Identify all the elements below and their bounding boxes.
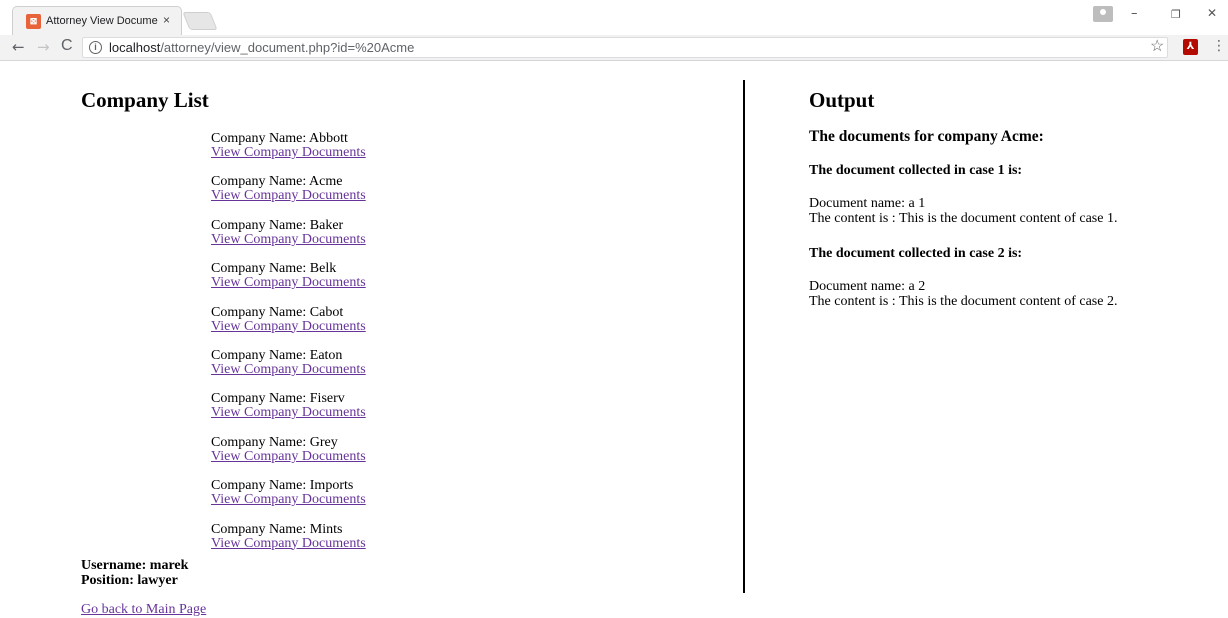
company-list-item: Company Name: Cabot View Company Document…	[211, 304, 511, 349]
browser-toolbar: ← → C i localhost/attorney/view_document…	[0, 35, 1228, 61]
bookmark-star-icon[interactable]: ☆	[1150, 36, 1164, 56]
main-page-link[interactable]: Go back to Main Page	[81, 602, 206, 618]
username-text: Username: marek	[81, 558, 189, 573]
company-list-item: Company Name: Eaton View Company Document…	[211, 347, 511, 392]
company-list-item: Company Name: Abbott View Company Documen…	[211, 132, 511, 175]
tab-close-icon[interactable]: ×	[163, 13, 170, 27]
case-2-doc-name: Document name: a 2	[809, 279, 926, 294]
case-2-content: The content is : This is the document co…	[809, 294, 1118, 309]
back-icon[interactable]: ←	[12, 38, 25, 56]
company-name: Company Name: Fiserv	[211, 391, 345, 407]
company-list-item: Company Name: Belk View Company Documents	[211, 262, 511, 305]
info-icon[interactable]: i	[89, 41, 102, 54]
company-name: Company Name: Abbott	[211, 131, 348, 146]
case-1-document: Document name: a 1 The content is : This…	[809, 196, 1117, 226]
company-name: Company Name: Mints	[211, 521, 343, 537]
view-company-documents-link[interactable]: View Company Documents	[211, 362, 366, 377]
company-list-item: Company Name: Mints View Company Document…	[211, 521, 511, 566]
column-divider	[743, 80, 745, 593]
company-list-title: Company List	[81, 88, 209, 112]
company-name: Company Name: Cabot	[211, 304, 344, 320]
pdf-extension-icon[interactable]: ⅄	[1183, 39, 1198, 55]
reload-icon[interactable]: C	[61, 37, 73, 55]
case-1-content: The content is : This is the document co…	[809, 211, 1118, 226]
view-company-documents-link[interactable]: View Company Documents	[211, 536, 366, 551]
browser-tab-strip: ⊠ Attorney View Documen × – ❐ ✕	[0, 0, 1228, 35]
profile-icon[interactable]	[1093, 6, 1113, 22]
url-text: localhost/attorney/view_document.php?id=…	[109, 40, 415, 55]
view-company-documents-link[interactable]: View Company Documents	[211, 276, 366, 290]
view-company-documents-link[interactable]: View Company Documents	[211, 449, 366, 464]
output-title: Output	[809, 88, 875, 112]
close-window-icon[interactable]: ✕	[1207, 6, 1217, 20]
view-company-documents-link[interactable]: View Company Documents	[211, 406, 366, 420]
forward-icon[interactable]: →	[37, 38, 50, 56]
xampp-favicon-icon: ⊠	[26, 14, 41, 29]
browser-menu-icon[interactable]: ⋮	[1212, 38, 1226, 54]
browser-tab[interactable]: ⊠ Attorney View Documen ×	[12, 6, 182, 35]
documents-heading: The documents for company Acme:	[809, 128, 1044, 145]
company-name: Company Name: Baker	[211, 217, 344, 233]
case-1-heading: The document collected in case 1 is:	[809, 163, 1023, 178]
view-company-documents-link[interactable]: View Company Documents	[211, 493, 366, 507]
company-list-item: Company Name: Baker View Company Document…	[211, 217, 511, 262]
company-list-item: Company Name: Fiserv View Company Documen…	[211, 392, 511, 435]
view-company-documents-link[interactable]: View Company Documents	[211, 232, 366, 247]
case-2-document: Document name: a 2 The content is : This…	[809, 279, 1117, 309]
tab-title: Attorney View Documen	[46, 15, 158, 27]
company-list-item: Company Name: Acme View Company Documents	[211, 175, 511, 218]
company-name: Company Name: Grey	[211, 434, 338, 450]
new-tab-button[interactable]	[182, 12, 218, 30]
view-company-documents-link[interactable]: View Company Documents	[211, 146, 366, 160]
case-1-doc-name: Document name: a 1	[809, 196, 926, 211]
user-info: Username: marek Position: lawyer	[81, 558, 188, 588]
case-2-heading: The document collected in case 2 is:	[809, 246, 1023, 261]
view-company-documents-link[interactable]: View Company Documents	[211, 189, 366, 203]
company-name: Company Name: Belk	[211, 261, 337, 277]
company-name: Company Name: Imports	[211, 478, 354, 494]
company-name: Company Name: Eaton	[211, 347, 343, 363]
address-bar[interactable]: i localhost/attorney/view_document.php?i…	[82, 37, 1168, 58]
company-list: Company Name: Abbott View Company Documen…	[211, 132, 511, 566]
restore-icon[interactable]: ❐	[1171, 8, 1181, 21]
view-company-documents-link[interactable]: View Company Documents	[211, 319, 366, 334]
company-list-item: Company Name: Grey View Company Documents	[211, 434, 511, 479]
minimize-icon[interactable]: –	[1131, 6, 1138, 21]
company-name: Company Name: Acme	[211, 174, 343, 190]
company-list-item: Company Name: Imports View Company Docume…	[211, 479, 511, 522]
position-text: Position: lawyer	[81, 573, 178, 588]
